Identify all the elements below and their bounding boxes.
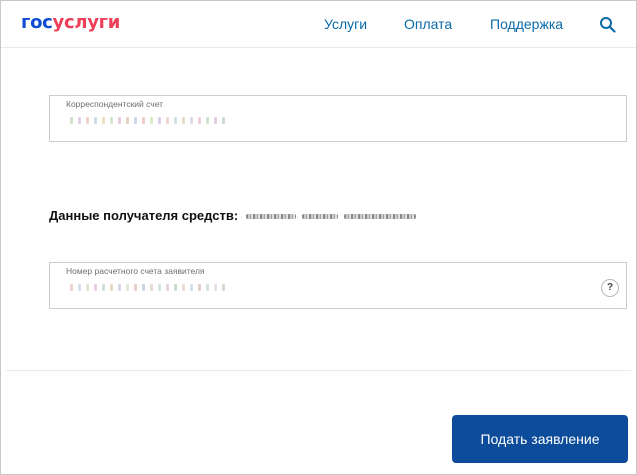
correspondent-account-label: Корреспондентский счет (66, 99, 164, 109)
search-icon[interactable] (599, 16, 617, 34)
applicant-account-value-redacted (70, 283, 225, 291)
gosuslugi-logo[interactable]: госуслуги (21, 13, 120, 33)
applicant-account-label: Номер расчетного счета заявителя (66, 266, 205, 276)
recipient-name-redacted (246, 213, 417, 219)
logo-text-uslugi: услуги (52, 12, 121, 33)
recipient-row: Данные получателя средств: (49, 208, 417, 224)
nav-services-link[interactable]: Услуги (324, 16, 367, 33)
question-icon[interactable]: ? (601, 279, 619, 297)
recipient-label: Данные получателя средств: (49, 208, 239, 223)
header: госуслуги Услуги Оплата Поддержка (1, 1, 636, 48)
applicant-account-field[interactable]: Номер расчетного счета заявителя ? (49, 262, 627, 309)
correspondent-account-value-redacted (70, 116, 225, 124)
divider (6, 370, 631, 371)
logo-text-gos: гос (21, 12, 53, 33)
submit-application-button[interactable]: Подать заявление (452, 415, 628, 463)
correspondent-account-field[interactable]: Корреспондентский счет (49, 95, 627, 142)
page-frame: госуслуги Услуги Оплата Поддержка Коррес… (0, 0, 637, 475)
nav-support-link[interactable]: Поддержка (490, 16, 563, 33)
nav-payment-link[interactable]: Оплата (404, 16, 452, 33)
